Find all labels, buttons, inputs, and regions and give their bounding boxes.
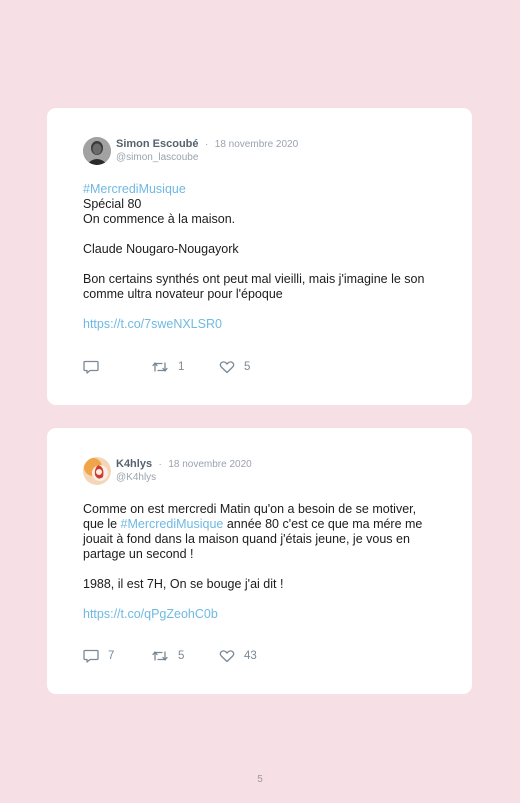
like-count: 43 <box>244 650 257 662</box>
retweet-icon <box>151 649 169 663</box>
separator: · <box>158 459 162 470</box>
tweet-body: Comme on est mercredi Matin qu'on a beso… <box>83 502 436 622</box>
author-name[interactable]: Simon Escoubé <box>116 138 199 150</box>
tweet-card: Simon Escoubé · 18 novembre 2020 @simon_… <box>47 108 472 405</box>
tweet-header: Simon Escoubé · 18 novembre 2020 @simon_… <box>83 136 436 166</box>
retweet-button[interactable]: 5 <box>151 649 219 663</box>
author-handle[interactable]: @K4hlys <box>116 471 252 484</box>
tweet-url[interactable]: https://t.co/qPgZeohC0b <box>83 607 218 621</box>
tweet-date[interactable]: 18 novembre 2020 <box>168 459 251 470</box>
avatar[interactable] <box>83 457 111 485</box>
separator: · <box>204 139 209 150</box>
tweet-url[interactable]: https://t.co/7sweNXLSR0 <box>83 317 222 331</box>
tweet-text-line: Bon certains synthés ont peut mal vieill… <box>83 272 425 301</box>
tweet-card: K4hlys · 18 novembre 2020 @K4hlys Comme … <box>47 428 472 694</box>
tweet-text-line: 1988, il est 7H, On se bouge j'ai dit ! <box>83 577 284 591</box>
like-icon <box>219 649 235 663</box>
tweet-text-line: Spécial 80 <box>83 197 142 211</box>
reply-button[interactable] <box>83 360 151 374</box>
like-button[interactable]: 5 <box>219 360 250 374</box>
tweet-text-line: On commence à la maison. <box>83 212 236 226</box>
like-button[interactable]: 43 <box>219 649 257 663</box>
avatar[interactable] <box>83 137 111 165</box>
hashtag-link[interactable]: #MercrediMusique <box>121 517 224 531</box>
hashtag-link[interactable]: #MercrediMusique <box>83 182 186 196</box>
retweet-count: 1 <box>178 361 185 373</box>
tweet-meta: K4hlys · 18 novembre 2020 @K4hlys <box>116 456 252 484</box>
tweet-date[interactable]: 18 novembre 2020 <box>215 139 298 150</box>
tweet-actions: 7 5 43 <box>83 649 257 663</box>
reply-icon <box>83 649 99 663</box>
reply-button[interactable]: 7 <box>83 649 151 663</box>
like-count: 5 <box>244 361 251 373</box>
author-handle[interactable]: @simon_lascoube <box>116 151 298 164</box>
tweet-text-line: Claude Nougaro-Nougayork <box>83 242 239 256</box>
retweet-count: 5 <box>178 650 185 662</box>
reply-count: 7 <box>108 650 115 662</box>
like-icon <box>219 360 235 374</box>
author-name[interactable]: K4hlys <box>116 458 152 470</box>
retweet-button[interactable]: 1 <box>151 360 219 374</box>
retweet-icon <box>151 360 169 374</box>
tweet-actions: 1 5 <box>83 360 250 374</box>
tweet-text-line: Comme on est mercredi Matin qu'on a beso… <box>83 502 423 561</box>
page-number: 5 <box>257 774 263 785</box>
tweet-body: #MercrediMusique Spécial 80 On commence … <box>83 182 436 332</box>
tweet-meta: Simon Escoubé · 18 novembre 2020 @simon_… <box>116 136 298 164</box>
tweet-header: K4hlys · 18 novembre 2020 @K4hlys <box>83 456 436 486</box>
reply-icon <box>83 360 99 374</box>
